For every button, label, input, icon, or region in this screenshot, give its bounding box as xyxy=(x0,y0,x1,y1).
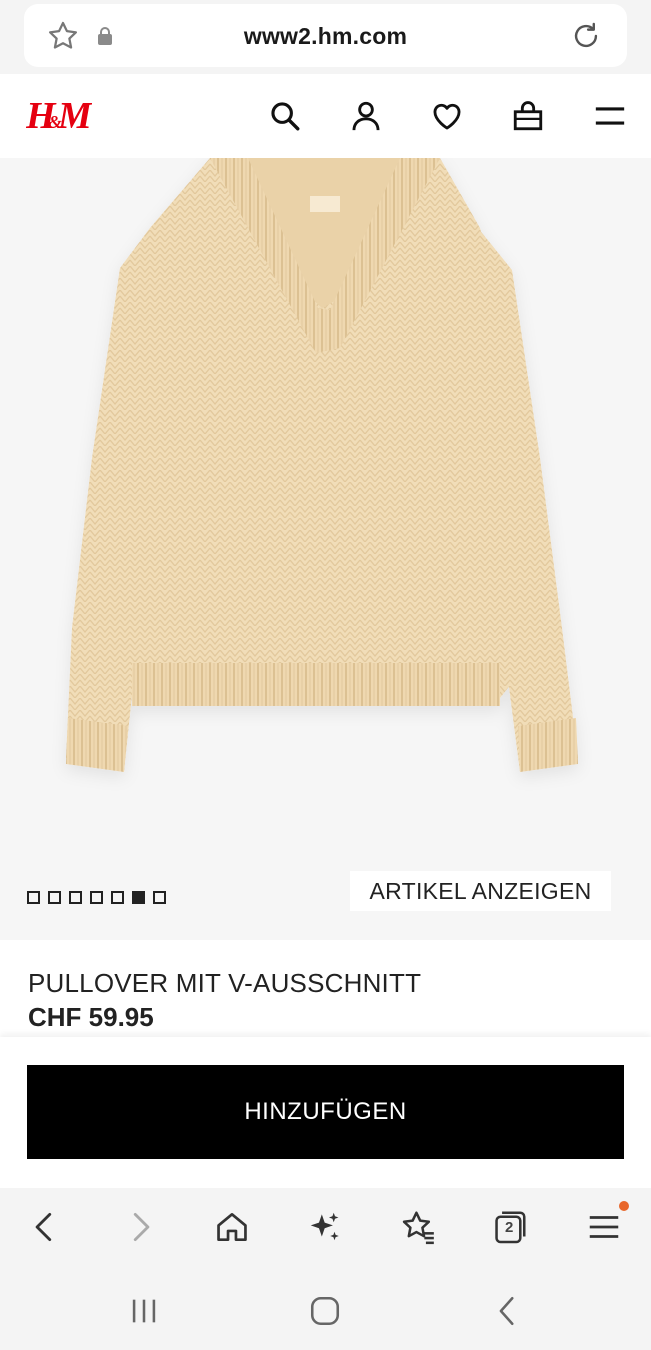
back-icon[interactable] xyxy=(26,1208,64,1246)
site-header: H & M xyxy=(0,74,651,158)
hm-logo[interactable]: H & M xyxy=(26,92,92,138)
svg-text:M: M xyxy=(57,95,92,137)
account-icon[interactable] xyxy=(349,99,383,133)
gallery-dot[interactable] xyxy=(90,891,103,904)
forward-icon[interactable] xyxy=(121,1208,159,1246)
product-info: PULLOVER MIT V-AUSSCHNITT CHF 59.95 xyxy=(0,940,651,1037)
gallery-dot[interactable] xyxy=(48,891,61,904)
browser-toolbar: 2 xyxy=(0,1188,651,1268)
favorites-icon[interactable] xyxy=(430,99,464,133)
tab-count: 2 xyxy=(505,1219,514,1236)
view-item-button[interactable]: ARTIKEL ANZEIGEN xyxy=(350,871,611,911)
bookmarks-icon[interactable] xyxy=(399,1208,437,1246)
reload-icon[interactable] xyxy=(569,19,603,53)
home-button-icon[interactable] xyxy=(308,1294,342,1328)
gallery-indicator xyxy=(27,891,166,904)
shopping-bag-icon[interactable] xyxy=(511,99,545,133)
search-icon[interactable] xyxy=(268,99,302,133)
menu-icon[interactable] xyxy=(593,99,627,133)
product-name: PULLOVER MIT V-AUSSCHNITT xyxy=(28,968,422,998)
nav-back-icon[interactable] xyxy=(491,1294,525,1328)
gallery-dot-active[interactable] xyxy=(132,891,145,904)
gallery-dot[interactable] xyxy=(111,891,124,904)
recent-apps-icon[interactable] xyxy=(127,1294,161,1328)
gallery-dot[interactable] xyxy=(27,891,40,904)
sweater-image xyxy=(66,158,578,772)
browser-address-area: www2.hm.com xyxy=(0,0,651,74)
product-price: CHF 59.95 xyxy=(28,1002,154,1032)
gallery-dot[interactable] xyxy=(69,891,82,904)
ai-sparkle-icon[interactable] xyxy=(306,1208,344,1246)
url-text[interactable]: www2.hm.com xyxy=(24,23,627,50)
gallery-dot[interactable] xyxy=(153,891,166,904)
add-to-cart-button[interactable]: HINZUFÜGEN xyxy=(27,1065,624,1159)
add-to-cart-area: HINZUFÜGEN xyxy=(0,1037,651,1188)
system-navigation-bar xyxy=(0,1268,651,1350)
home-icon[interactable] xyxy=(213,1208,251,1246)
product-image[interactable]: ARTIKEL ANZEIGEN xyxy=(0,158,651,940)
address-bar[interactable]: www2.hm.com xyxy=(24,4,627,67)
browser-menu-icon[interactable] xyxy=(585,1208,623,1246)
notification-badge xyxy=(619,1201,629,1211)
